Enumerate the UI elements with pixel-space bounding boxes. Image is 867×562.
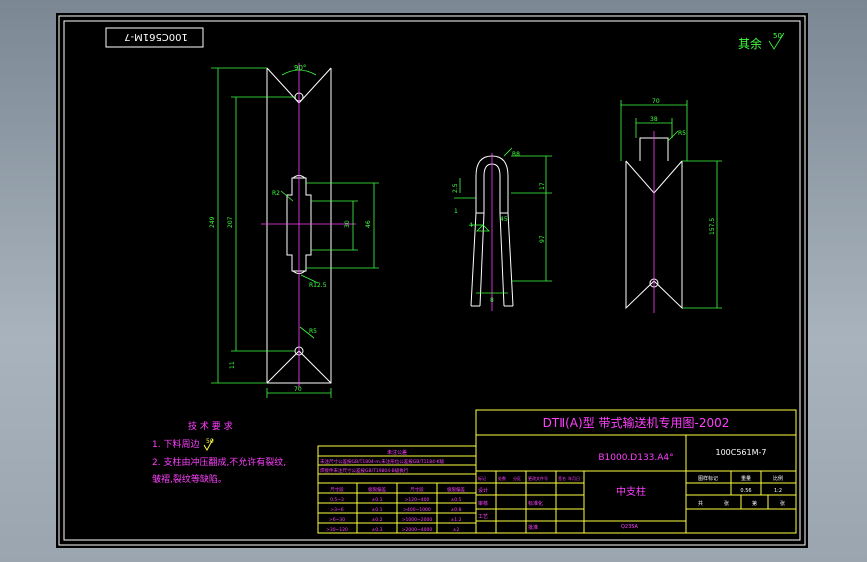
approval-label: 批准 [528, 524, 538, 531]
title-block-drawing-no: 100C561M-7 [715, 448, 766, 457]
table-cell: ±0.3 [372, 527, 383, 533]
table-cell: ±0.1 [372, 507, 383, 513]
front-view [211, 63, 379, 398]
dim-angle: 90° [294, 64, 306, 72]
side-dim-d25: 2.5 [452, 183, 459, 193]
label-sheet: 张 [724, 500, 729, 507]
dim-r5: R5 [309, 328, 317, 335]
table-cell: ±0.1 [372, 497, 383, 503]
side-dim-r8: R8 [512, 151, 520, 158]
change-headers: 标记 处数 分区 更改文件号 签名 年月日 [478, 475, 580, 481]
tech-req-item-2: 2. 支柱由冲压翻成,不允许有裂纹, [152, 456, 286, 468]
table-row: >30~120 [326, 527, 348, 533]
top-view [620, 100, 722, 313]
top-dim-w70: 70 [652, 98, 660, 105]
top-dim-r5: R5 [678, 130, 686, 137]
table-row: 0.5~3 [330, 497, 344, 503]
table-cell: ±0.5 [451, 497, 462, 503]
side-view [454, 147, 552, 311]
label-sheets: 共 [698, 500, 703, 507]
tol-note-2: 焊接件未注尺寸公差按GB/T19804-B级执行 [320, 467, 409, 474]
cad-drawing: 100C561M-7 其余 50 90° 249 207 R2 30 46 R1… [58, 15, 806, 546]
dim-r2: R2 [272, 190, 280, 197]
dim-r125: R12.5 [309, 282, 327, 289]
tol-header-1: 极限偏差 [368, 486, 386, 493]
tech-req-item-1: 1. 下料周边 [152, 438, 199, 450]
tol-note-1: 未注尺寸公差按GB/T1804-m,未注形位公差按GB/T1184-K级 [320, 458, 445, 465]
dim-inner: 207 [227, 216, 234, 228]
tol-rows: 0.5~3 ±0.1 >120~400 ±0.5 >3~6 ±0.1 >400~… [326, 497, 462, 533]
label-page: 第 [752, 500, 757, 507]
label-sheet-2: 张 [780, 500, 785, 507]
tech-req-item-3: 皱褶,裂纹等缺陷。 [152, 473, 227, 485]
dim-d11: 11 [229, 361, 236, 369]
table-cell: >1000~2000 [402, 517, 433, 523]
change-header: 分区 [513, 475, 521, 481]
side-dim-d4: 4 [469, 222, 473, 229]
side-dim-d1: 1 [454, 208, 458, 215]
approval-label: 工艺 [478, 514, 488, 520]
dim-w46: 46 [365, 220, 372, 228]
table-cell: >2000~4000 [402, 527, 433, 533]
side-dim-d17: 17 [539, 182, 546, 190]
table-cell: >120~400 [405, 497, 430, 503]
change-header: 处数 [498, 475, 506, 481]
drawing-canvas[interactable]: 100C561M-7 其余 50 90° 249 207 R2 30 46 R1… [56, 13, 808, 548]
top-dim-h157: 157.5 [709, 218, 716, 235]
weight-value: 0.56 [740, 488, 751, 494]
table-row: >6~30 [329, 517, 345, 523]
approval-label: 设计 [478, 487, 488, 494]
tol-header-0: 尺寸段 [330, 486, 344, 493]
label-stage: 图样标记 [698, 475, 718, 482]
part-name: 中支柱 [616, 485, 646, 498]
surface-finish-label: 其余 [738, 36, 762, 51]
side-dim-d8: 8 [490, 297, 494, 304]
dim-total: 249 [209, 216, 216, 228]
change-header: 年月日 [568, 475, 580, 481]
tol-header-3: 极限偏差 [447, 486, 465, 493]
table-row: >3~6 [330, 507, 343, 513]
scale-value: 1:2 [774, 488, 782, 494]
table-cell: ±0.2 [372, 517, 383, 523]
change-header: 签名 [558, 475, 566, 481]
side-dim-d97: 97 [539, 235, 546, 243]
side-dim-d45: 45 [500, 216, 508, 223]
table-cell: ±1.2 [451, 517, 462, 523]
material: Q235A [621, 524, 638, 530]
tol-header-2: 尺寸段 [410, 486, 424, 493]
tol-title: 未注公差 [387, 449, 407, 456]
label-scale: 比例 [773, 475, 783, 482]
title-block-spec: B1000.D133.A4° [598, 453, 673, 463]
approval-label: 标准化 [528, 500, 543, 507]
tech-req-title: 技 术 要 求 [188, 420, 233, 432]
dim-width: 70 [294, 386, 302, 393]
change-header: 标记 [478, 475, 486, 481]
table-cell: ±0.8 [451, 507, 462, 513]
top-dim-w38: 38 [650, 116, 658, 123]
label-weight: 重量 [741, 475, 751, 482]
drawing-no-tag-text: 100C561M-7 [124, 31, 188, 42]
title-block-title: DTⅡ(A)型 带式输送机专用图-2002 [543, 415, 730, 430]
change-header: 更改文件号 [528, 475, 548, 481]
table-cell: ±2 [453, 527, 460, 533]
table-cell: >400~1000 [403, 507, 431, 513]
dim-w30: 30 [344, 220, 351, 228]
surface-finish-value: 50 [773, 32, 782, 40]
approval-label: 审核 [478, 500, 488, 507]
